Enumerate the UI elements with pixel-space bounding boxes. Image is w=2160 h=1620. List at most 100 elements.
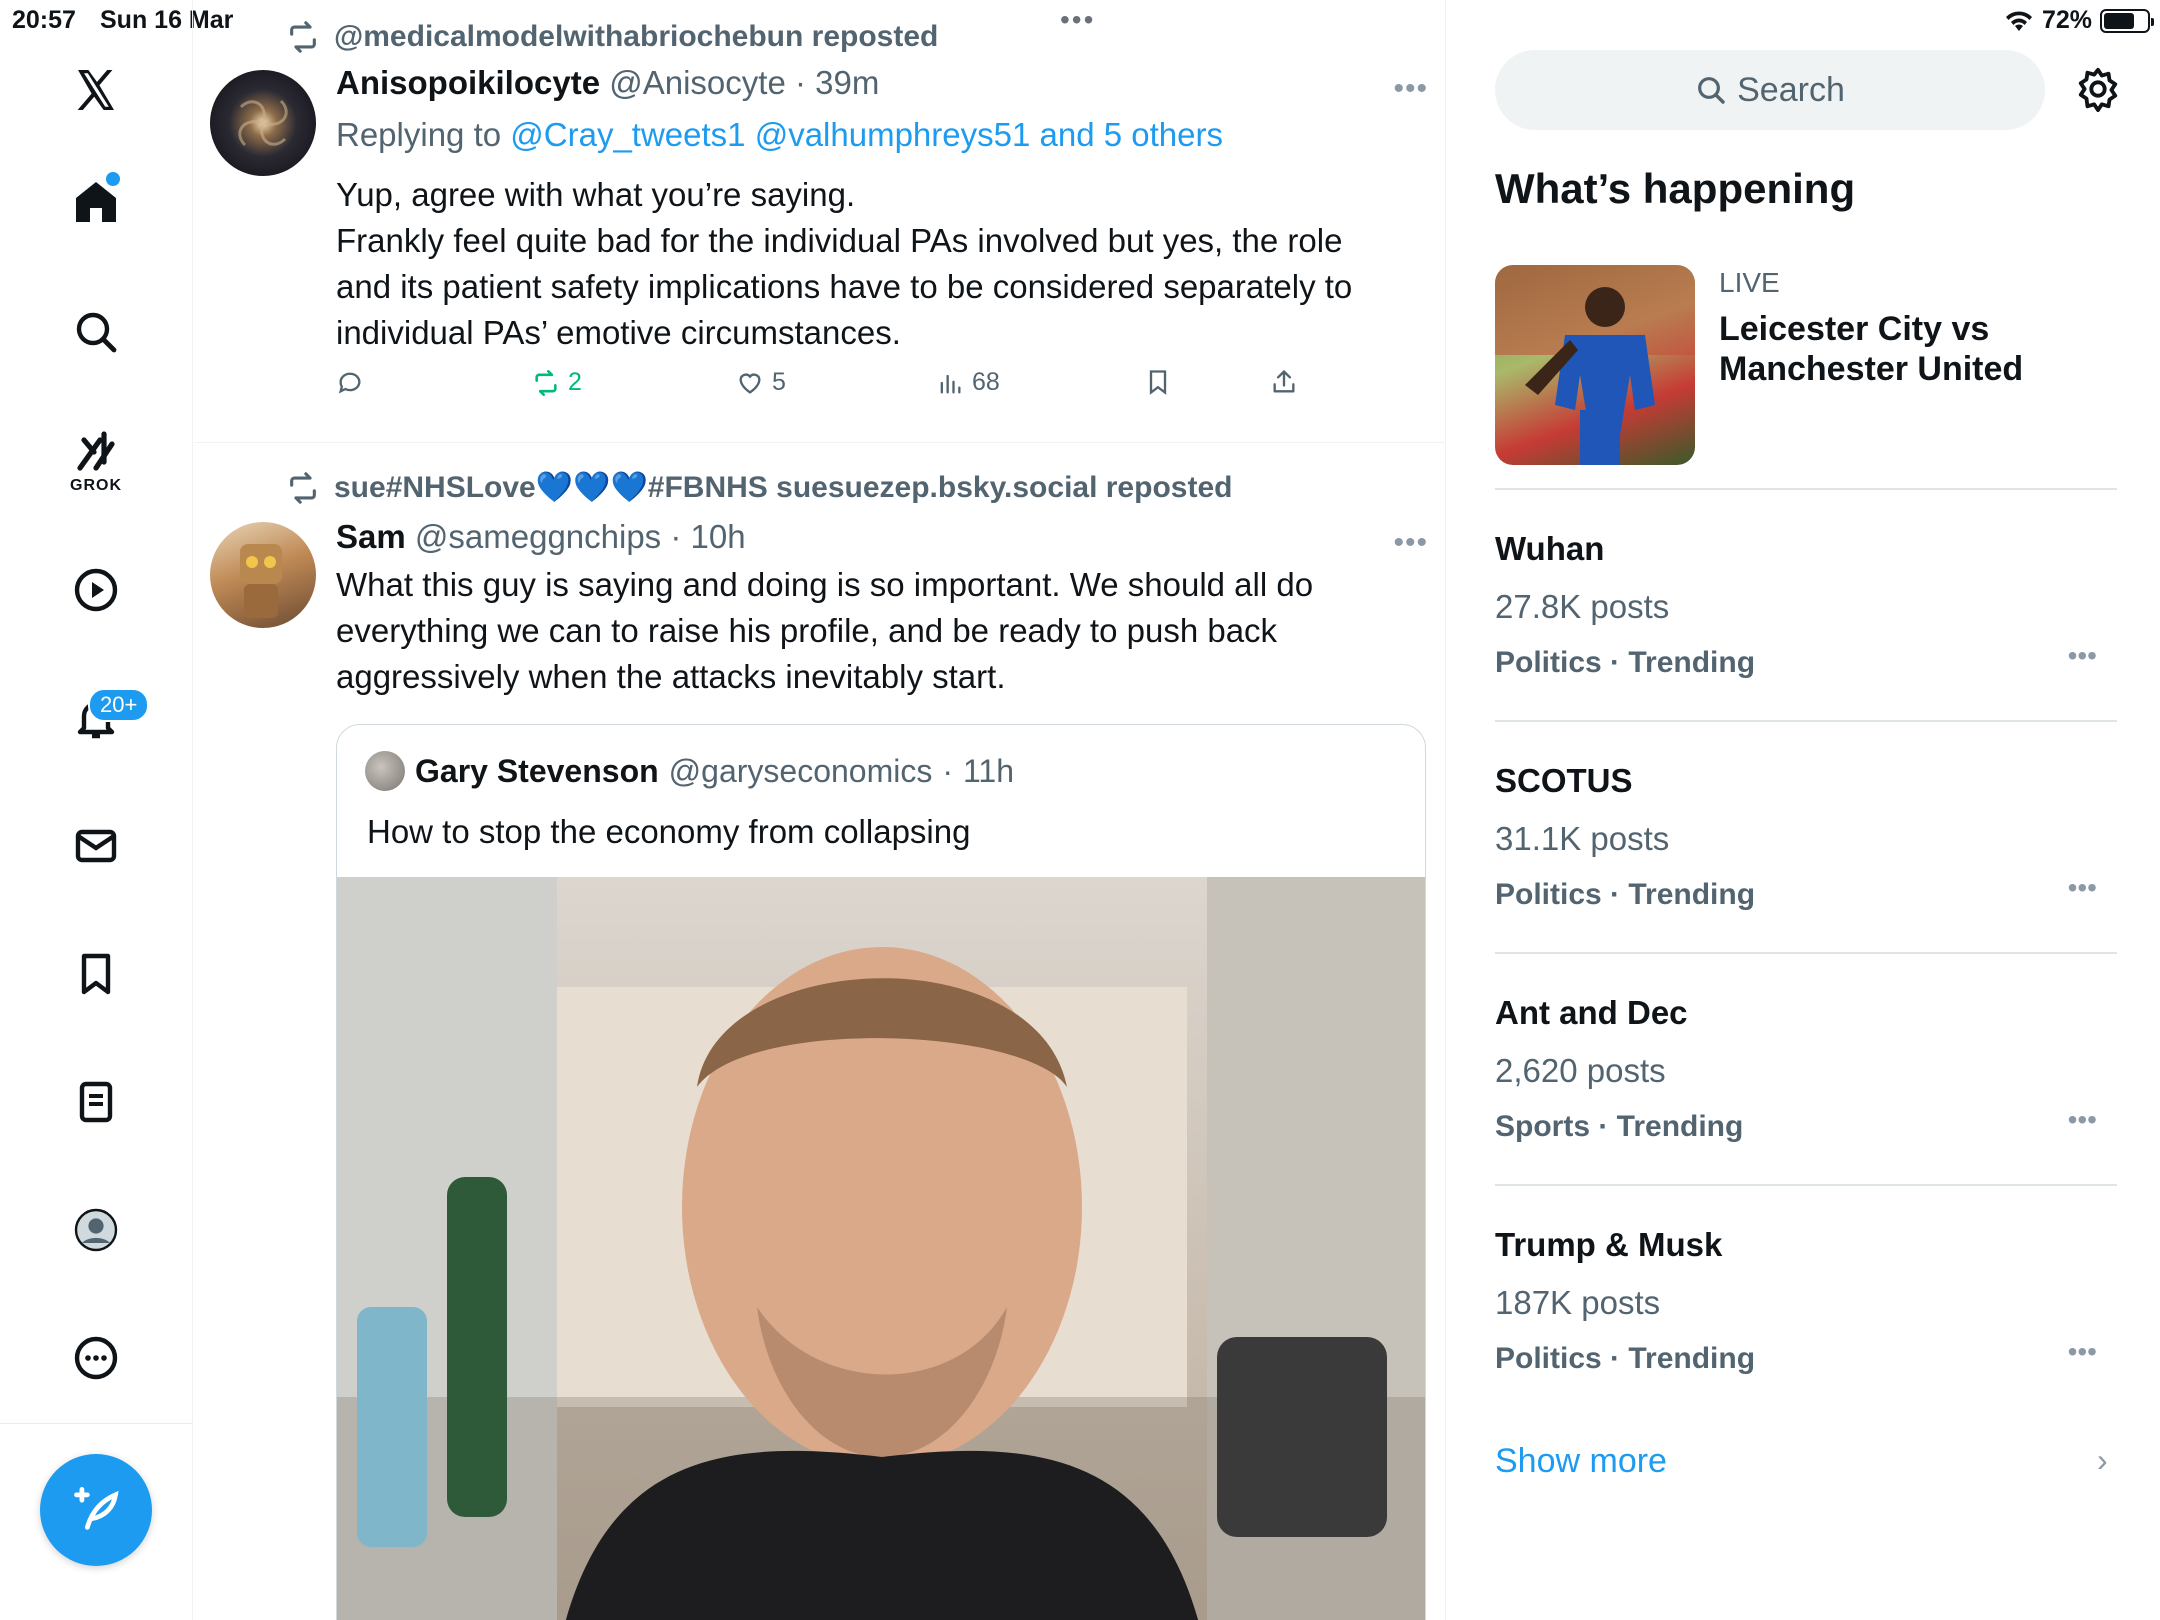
replying-to-links[interactable]: @Cray_tweets1 @valhumphreys51 and 5 othe… bbox=[510, 116, 1223, 153]
left-nav: GROK 20+ bbox=[0, 0, 193, 1620]
post-text-line: individual PAs’ emotive circumstances. bbox=[336, 314, 901, 351]
author-name[interactable]: Sam bbox=[336, 518, 406, 555]
divider bbox=[1495, 488, 2117, 490]
timeline-feed: @medicalmodelwithabriochebun reposted An… bbox=[194, 0, 1446, 1620]
compose-feather-icon bbox=[74, 1487, 119, 1530]
quote-author-handle: @garyseconomics bbox=[668, 752, 933, 789]
replying-to: Replying to @Cray_tweets1 @valhumphreys5… bbox=[336, 116, 1223, 154]
post-text-line: What this guy is saying and doing is so … bbox=[336, 566, 1314, 603]
divider bbox=[1495, 1184, 2117, 1186]
trend-item[interactable]: Trump & Musk 187K posts Politics · Trend… bbox=[1495, 1226, 2117, 1456]
repost-attribution-text[interactable]: sue#NHSLove💙💙💙#FBNHS suesuezep.bsky.soci… bbox=[334, 470, 1232, 505]
trend-count: 31.1K posts bbox=[1495, 820, 1670, 857]
search-nav-icon[interactable] bbox=[64, 300, 128, 364]
repost-button[interactable]: 2 bbox=[532, 368, 582, 397]
trend-category: Politics · Trending bbox=[1495, 646, 1756, 679]
live-event-thumbnail bbox=[1495, 265, 1695, 465]
trend-count: 2,620 posts bbox=[1495, 1052, 1666, 1089]
gear-icon[interactable] bbox=[2075, 66, 2121, 112]
bookmark-icon[interactable] bbox=[64, 942, 128, 1006]
trend-name: Wuhan bbox=[1495, 530, 1605, 567]
dot-separator: · bbox=[942, 752, 953, 789]
live-tag: LIVE bbox=[1719, 267, 1780, 298]
right-sidebar: Search What’s happening LIVE Leicester C… bbox=[1447, 0, 2160, 1620]
quote-video-thumbnail[interactable] bbox=[337, 877, 1425, 1620]
compose-post-button[interactable] bbox=[40, 1454, 152, 1566]
chevron-right-icon[interactable]: › bbox=[2097, 1442, 2108, 1479]
show-more-link[interactable]: Show more bbox=[1495, 1442, 1667, 1481]
like-count: 5 bbox=[772, 368, 786, 396]
live-event-title: Leicester City vs Manchester United bbox=[1719, 310, 2024, 388]
repost-attribution-text[interactable]: @medicalmodelwithabriochebun reposted bbox=[334, 20, 938, 54]
trend-more-icon[interactable]: ••• bbox=[2068, 872, 2097, 904]
share-button[interactable] bbox=[1270, 368, 1298, 396]
trend-name: SCOTUS bbox=[1495, 762, 1633, 799]
divider bbox=[1495, 720, 2117, 722]
quote-header: Gary Stevenson @garyseconomics · 11h bbox=[365, 751, 1014, 791]
grok-label: GROK bbox=[70, 477, 122, 494]
trend-more-icon[interactable]: ••• bbox=[2068, 1336, 2097, 1368]
reply-button[interactable] bbox=[336, 368, 372, 396]
trend-item[interactable]: Wuhan 27.8K posts Politics · Trending ••… bbox=[1495, 530, 2117, 760]
post-text-line: and its patient safety implications have… bbox=[336, 268, 1353, 305]
views-button[interactable]: 68 bbox=[936, 368, 1000, 397]
post-text: Yup, agree with what you’re saying. Fran… bbox=[336, 172, 1396, 356]
reply-icon bbox=[338, 372, 361, 394]
mail-icon[interactable] bbox=[64, 814, 128, 878]
author-name[interactable]: Anisopoikilocyte bbox=[336, 64, 600, 101]
quote-author-name: Gary Stevenson bbox=[415, 752, 659, 789]
home-unread-dot bbox=[106, 172, 120, 186]
post-header: Sam @sameggnchips · 10h bbox=[336, 518, 746, 556]
trend-count: 187K posts bbox=[1495, 1284, 1661, 1321]
live-event-card[interactable]: LIVE Leicester City vs Manchester United bbox=[1495, 265, 2115, 465]
avatar[interactable] bbox=[210, 70, 316, 176]
quote-time: 11h bbox=[963, 752, 1015, 789]
grok-icon[interactable] bbox=[64, 420, 128, 484]
more-circle-icon[interactable] bbox=[64, 1326, 128, 1390]
trend-name: Ant and Dec bbox=[1495, 994, 1688, 1031]
trend-name: Trump & Musk bbox=[1495, 1226, 1723, 1263]
nav-divider bbox=[0, 1423, 193, 1424]
trend-count: 27.8K posts bbox=[1495, 588, 1670, 625]
video-play-icon[interactable] bbox=[64, 558, 128, 622]
bookmark-button[interactable] bbox=[1144, 368, 1172, 396]
quote-avatar bbox=[365, 751, 405, 791]
trend-item[interactable]: Ant and Dec 2,620 posts Sports · Trendin… bbox=[1495, 994, 2117, 1224]
post-text-line: Yup, agree with what you’re saying. bbox=[336, 176, 856, 213]
author-handle[interactable]: @sameggnchips bbox=[415, 518, 661, 555]
quoted-post[interactable]: Gary Stevenson @garyseconomics · 11h How… bbox=[336, 724, 1426, 1620]
repost-icon bbox=[290, 471, 316, 504]
repost-attribution: sue#NHSLove💙💙💙#FBNHS suesuezep.bsky.soci… bbox=[286, 470, 1232, 505]
lists-icon[interactable] bbox=[64, 1070, 128, 1134]
post-time[interactable]: 10h bbox=[691, 518, 746, 555]
trend-item[interactable]: SCOTUS 31.1K posts Politics · Trending •… bbox=[1495, 762, 2117, 992]
repost-attribution: @medicalmodelwithabriochebun reposted bbox=[286, 20, 938, 54]
post-more-icon[interactable]: ••• bbox=[1393, 72, 1428, 106]
dot-separator: · bbox=[670, 518, 682, 555]
post-header: Anisopoikilocyte @Anisocyte · 39m bbox=[336, 64, 879, 102]
repost-action-icon bbox=[535, 369, 557, 396]
post-text: What this guy is saying and doing is so … bbox=[336, 562, 1396, 700]
post-text-line: aggressively when the attacks inevitably… bbox=[336, 658, 1006, 695]
post-actions: 2 5 68 bbox=[336, 368, 1295, 408]
trend-category: Politics · Trending bbox=[1495, 1342, 1756, 1375]
trend-category: Politics · Trending bbox=[1495, 878, 1756, 911]
dot-separator: · bbox=[794, 64, 806, 101]
avatar[interactable] bbox=[210, 522, 316, 628]
search-icon bbox=[1698, 77, 1725, 104]
trend-more-icon[interactable]: ••• bbox=[2068, 640, 2097, 672]
notifications-badge: 20+ bbox=[88, 688, 150, 722]
post-more-icon[interactable]: ••• bbox=[1393, 526, 1428, 560]
share-icon bbox=[1273, 370, 1295, 393]
post-time[interactable]: 39m bbox=[815, 64, 879, 101]
trend-more-icon[interactable]: ••• bbox=[2068, 1104, 2097, 1136]
repost-count: 2 bbox=[568, 368, 582, 396]
profile-avatar-icon[interactable] bbox=[64, 1198, 128, 1262]
like-button[interactable]: 5 bbox=[736, 368, 786, 397]
bookmark-action-icon bbox=[1149, 370, 1167, 395]
x-logo-icon[interactable] bbox=[64, 58, 128, 122]
post-text-line: everything we can to raise his profile, … bbox=[336, 612, 1278, 649]
search-input[interactable]: Search bbox=[1495, 50, 2045, 130]
post-divider bbox=[194, 442, 1445, 443]
author-handle[interactable]: @Anisocyte bbox=[609, 64, 786, 101]
